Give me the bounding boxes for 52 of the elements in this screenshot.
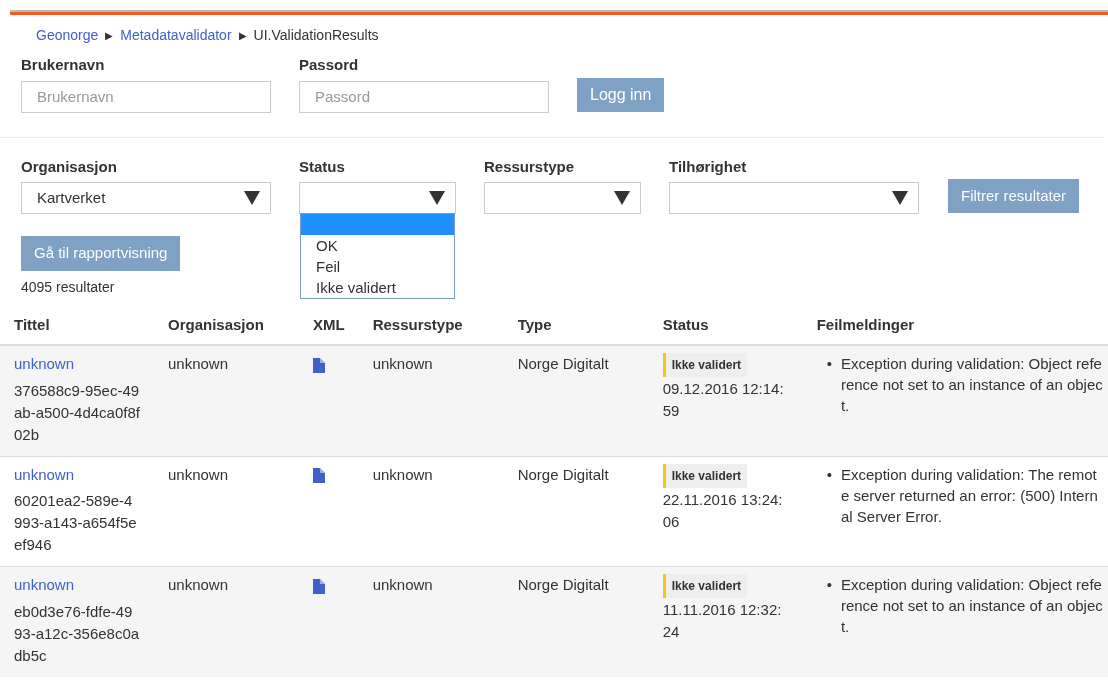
breadcrumb-current: UI.ValidationResults bbox=[253, 26, 379, 45]
title-link[interactable]: unknown bbox=[14, 355, 75, 372]
title-link[interactable]: unknown bbox=[14, 576, 75, 593]
table-cell: unknown bbox=[372, 465, 433, 483]
error-text: Exception during validation: Object refe bbox=[840, 354, 1103, 374]
error-text: t. bbox=[840, 617, 851, 637]
status-badge: Ikke validert bbox=[662, 574, 748, 598]
table-cell: unknown bbox=[372, 355, 433, 372]
table-cell: unknown bbox=[168, 355, 229, 372]
title-link[interactable]: unknown bbox=[14, 465, 75, 483]
bullet: • bbox=[826, 575, 832, 595]
breadcrumb-separator: ▶ bbox=[105, 29, 114, 43]
uuid-text: eb0d3e76-fdfe-4993-a12c-356e8c0adb5c bbox=[14, 601, 140, 666]
date-text: 11.11.2016 12:32:24 bbox=[662, 600, 783, 642]
dropdown-option[interactable]: Feil bbox=[301, 256, 454, 277]
text-field[interactable]: Passord bbox=[299, 80, 549, 113]
error-text: t. bbox=[840, 396, 851, 416]
table-cell: Norge Digitalt bbox=[517, 465, 609, 483]
field-label: Tilhørighet bbox=[669, 156, 748, 177]
error-text: rence not set to an instance of an objec bbox=[840, 596, 1103, 616]
dropdown-option[interactable]: Ikke validert bbox=[301, 277, 454, 298]
status-badge: Ikke validert bbox=[662, 463, 748, 488]
breadcrumb-link[interactable]: Metadatavalidator bbox=[120, 25, 232, 46]
breadcrumb-separator: ▶ bbox=[238, 29, 247, 43]
dropdown[interactable]: Kartverket bbox=[21, 182, 271, 214]
uuid-text: 60201ea2-589e-4993-a143-a654f5eef946 bbox=[14, 491, 138, 555]
text-field[interactable]: Brukernavn bbox=[21, 80, 271, 113]
error-text: e server returned an error: (500) Intern bbox=[840, 485, 1098, 506]
field-label: Organisasjon bbox=[21, 156, 118, 177]
table-cell: Norge Digitalt bbox=[517, 576, 609, 593]
bullet: • bbox=[826, 464, 832, 485]
bullet: • bbox=[826, 354, 832, 374]
uuid-text: 376588c9-95ec-49ab-a500-4d4ca0f8f02b bbox=[14, 380, 140, 445]
error-text: Exception during validation: The remot bbox=[840, 464, 1098, 485]
error-text: rence not set to an instance of an objec bbox=[840, 375, 1103, 395]
field-label: Ressurstype bbox=[484, 156, 576, 177]
date-text: 22.11.2016 13:24:06 bbox=[662, 489, 784, 532]
dropdown-value: Kartverket bbox=[37, 187, 106, 208]
table-cell: unknown bbox=[168, 576, 229, 593]
field-label: Passord bbox=[299, 55, 360, 75]
field-label: Brukernavn bbox=[21, 55, 106, 75]
date-text: 09.12.2016 12:14:59 bbox=[662, 379, 785, 421]
result-count: 4095 resultater bbox=[21, 277, 115, 297]
table-cell: unknown bbox=[168, 465, 229, 483]
status-badge: Ikke validert bbox=[662, 353, 748, 377]
table-cell: Norge Digitalt bbox=[517, 355, 609, 372]
error-text: Exception during validation: Object refe bbox=[840, 575, 1103, 595]
breadcrumb-link[interactable]: Geonorge bbox=[36, 25, 99, 46]
field-label: Status bbox=[299, 156, 346, 177]
error-text: al Server Error. bbox=[840, 506, 943, 527]
dropdown-option[interactable]: OK bbox=[301, 235, 454, 256]
table-cell: unknown bbox=[372, 576, 433, 593]
